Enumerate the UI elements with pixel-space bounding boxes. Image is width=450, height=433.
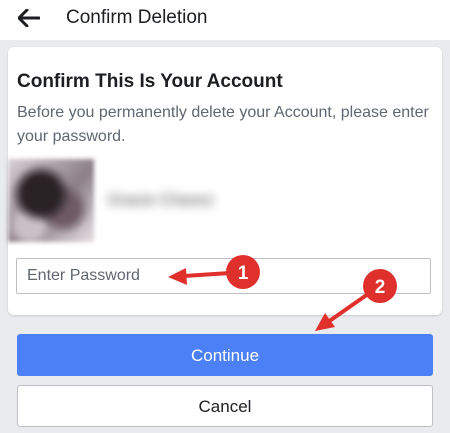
arrow-left-icon[interactable] bbox=[14, 5, 44, 31]
card-title: Confirm This Is Your Account bbox=[17, 71, 283, 92]
password-input[interactable] bbox=[16, 258, 431, 294]
page-title: Confirm Deletion bbox=[66, 7, 208, 28]
avatar bbox=[8, 159, 94, 242]
card-description: Before you permanently delete your Accou… bbox=[17, 104, 429, 145]
top-bar: Confirm Deletion bbox=[0, 0, 450, 40]
profile-name: Gracie Chavez bbox=[108, 192, 214, 209]
continue-button[interactable]: Continue bbox=[17, 334, 433, 376]
cancel-button[interactable]: Cancel bbox=[17, 385, 433, 427]
confirm-account-card: Confirm This Is Your Account Before you … bbox=[8, 47, 442, 315]
